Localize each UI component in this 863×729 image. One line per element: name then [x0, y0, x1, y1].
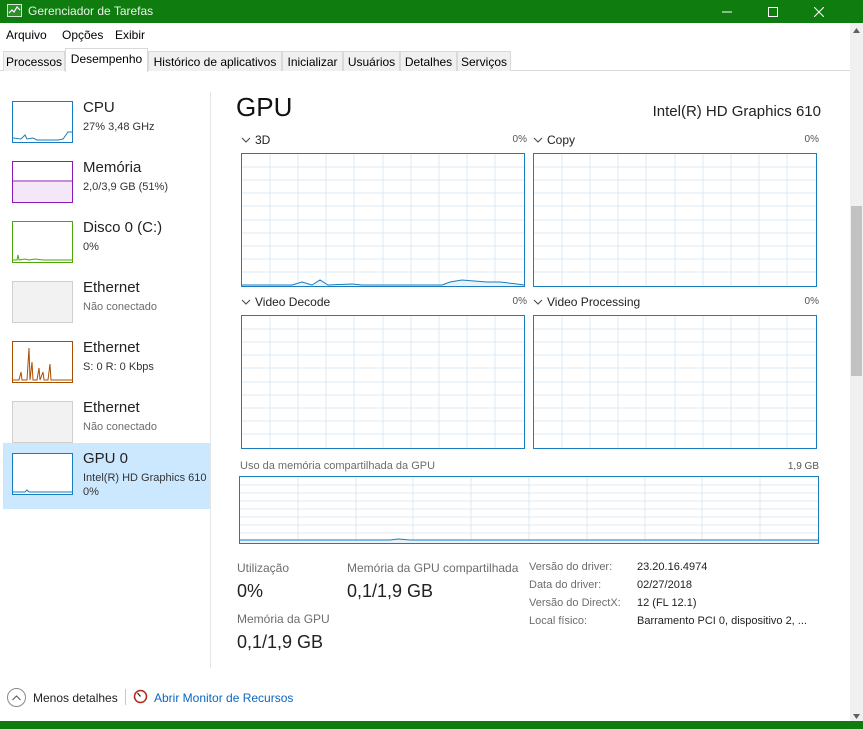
- chevron-down-icon[interactable]: [533, 298, 543, 306]
- driver-version-value: 23.20.16.4974: [637, 561, 708, 573]
- bottom-strip: [0, 721, 863, 729]
- chevron-down-icon[interactable]: [241, 298, 251, 306]
- vertical-scrollbar[interactable]: [850, 23, 863, 723]
- graph-label-video-processing[interactable]: Video Processing: [547, 295, 640, 309]
- graph-label-video-decode[interactable]: Video Decode: [255, 295, 330, 309]
- gpu-memory-value: 0,1/1,9 GB: [237, 632, 324, 652]
- physical-location-value: Barramento PCI 0, dispositivo 2, ...: [637, 615, 807, 627]
- shared-memory-graph-label: Uso da memória compartilhada da GPU: [240, 460, 436, 472]
- sidebar-item-sub2: 0%: [83, 486, 99, 498]
- graph-pct-3d: 0%: [512, 134, 527, 145]
- sidebar-item-sub: 2,0/3,9 GB (51%): [83, 181, 168, 193]
- maximize-icon: [768, 6, 778, 17]
- sidebar-item-disco[interactable]: Disco 0 (C:) 0%: [3, 212, 211, 276]
- tab-servicos[interactable]: Serviços: [457, 51, 511, 71]
- menu-arquivo[interactable]: Arquivo: [6, 28, 47, 42]
- ethernet-mini-graph: [12, 341, 73, 383]
- close-icon: [814, 6, 824, 17]
- utilization-label: Utilização: [237, 561, 290, 575]
- resource-monitor-icon: [133, 689, 148, 704]
- graph-shared-memory: [239, 476, 819, 544]
- graph-pct-video-processing: 0%: [804, 296, 819, 307]
- disk-mini-graph: [12, 221, 73, 263]
- performance-sidebar: CPU 27% 3,48 GHz Memória 2,0/3,9 GB (51%…: [0, 72, 211, 672]
- cpu-mini-graph: [12, 101, 73, 143]
- sidebar-divider: [210, 92, 211, 668]
- driver-version-label: Versão do driver:: [529, 561, 613, 573]
- sidebar-item-name: Memória: [83, 159, 142, 176]
- chevron-down-icon[interactable]: [241, 136, 251, 144]
- minimize-icon: [722, 11, 732, 12]
- directx-version-label: Versão do DirectX:: [529, 597, 621, 609]
- graph-label-3d[interactable]: 3D: [255, 133, 270, 147]
- scroll-up-icon[interactable]: [850, 23, 863, 37]
- graph-video-decode: [241, 315, 525, 449]
- sidebar-item-sub: 27% 3,48 GHz: [83, 121, 155, 133]
- task-manager-icon: [7, 4, 22, 17]
- ethernet-mini-graph: [12, 401, 73, 443]
- physical-location-label: Local físico:: [529, 615, 588, 627]
- footer-separator: [125, 689, 126, 705]
- memory-mini-graph: [12, 161, 73, 203]
- sidebar-item-name: CPU: [83, 99, 115, 116]
- graph-video-processing: [533, 315, 817, 449]
- graph-pct-copy: 0%: [804, 134, 819, 145]
- less-details-button[interactable]: Menos detalhes: [33, 691, 118, 705]
- chevron-up-icon[interactable]: [7, 688, 26, 707]
- sidebar-item-cpu[interactable]: CPU 27% 3,48 GHz: [3, 92, 211, 156]
- maximize-button[interactable]: [750, 0, 796, 23]
- sidebar-item-sub: Não conectado: [83, 421, 157, 433]
- title-bar: Gerenciador de Tarefas: [0, 0, 863, 23]
- sidebar-item-name: Ethernet: [83, 279, 140, 296]
- page-title: GPU: [236, 92, 293, 122]
- tab-desempenho[interactable]: Desempenho: [65, 48, 148, 72]
- tab-inicializar[interactable]: Inicializar: [282, 51, 343, 71]
- graph-copy: [533, 153, 817, 287]
- sidebar-item-memoria[interactable]: Memória 2,0/3,9 GB (51%): [3, 152, 211, 216]
- sidebar-item-sub: S: 0 R: 0 Kbps: [83, 361, 154, 373]
- footer-bar: Menos detalhes Abrir Monitor de Recursos: [0, 685, 850, 713]
- graph-pct-video-decode: 0%: [512, 296, 527, 307]
- driver-date-label: Data do driver:: [529, 579, 602, 591]
- ethernet-mini-graph: [12, 281, 73, 323]
- sidebar-item-gpu[interactable]: GPU 0 Intel(R) HD Graphics 610 0%: [3, 443, 211, 509]
- sidebar-item-name: Ethernet: [83, 339, 140, 356]
- gpu-adapter-name: Intel(R) HD Graphics 610: [652, 103, 821, 120]
- tab-historico[interactable]: Histórico de aplicativos: [148, 51, 282, 71]
- close-button[interactable]: [796, 0, 842, 23]
- sidebar-item-ethernet-2[interactable]: Ethernet S: 0 R: 0 Kbps: [3, 332, 211, 396]
- minimize-button[interactable]: [704, 0, 750, 23]
- chevron-down-icon[interactable]: [533, 136, 543, 144]
- tab-processos[interactable]: Processos: [3, 51, 65, 71]
- open-resource-monitor-link[interactable]: Abrir Monitor de Recursos: [154, 691, 293, 705]
- shared-gpu-memory-value: 0,1/1,9 GB: [347, 581, 434, 601]
- shared-memory-max: 1,9 GB: [787, 461, 819, 472]
- menu-exibir[interactable]: Exibir: [115, 28, 145, 42]
- utilization-value: 0%: [237, 581, 264, 601]
- tab-detalhes[interactable]: Detalhes: [400, 51, 457, 71]
- directx-version-value: 12 (FL 12.1): [637, 597, 697, 609]
- menu-opcoes[interactable]: Opções: [62, 28, 103, 42]
- graph-3d: [241, 153, 525, 287]
- window-title: Gerenciador de Tarefas: [28, 4, 154, 18]
- sidebar-item-name: Disco 0 (C:): [83, 219, 163, 236]
- sidebar-item-sub: 0%: [83, 241, 99, 253]
- sidebar-item-ethernet-1[interactable]: Ethernet Não conectado: [3, 272, 211, 336]
- tab-strip: Processos Desempenho Histórico de aplica…: [0, 47, 850, 72]
- menu-bar: Arquivo Opções Exibir: [0, 23, 850, 47]
- driver-date-value: 02/27/2018: [637, 579, 693, 591]
- gpu-memory-label: Memória da GPU: [237, 612, 330, 626]
- sidebar-item-sub: Não conectado: [83, 301, 157, 313]
- graph-label-copy[interactable]: Copy: [547, 133, 575, 147]
- sidebar-item-name: Ethernet: [83, 399, 140, 416]
- tab-usuarios[interactable]: Usuários: [343, 51, 400, 71]
- sidebar-item-sub: Intel(R) HD Graphics 610: [83, 472, 207, 484]
- scroll-thumb[interactable]: [851, 206, 862, 376]
- sidebar-item-name: GPU 0: [83, 450, 129, 467]
- gpu-mini-graph: [12, 453, 73, 495]
- shared-gpu-memory-label: Memória da GPU compartilhada: [347, 561, 519, 575]
